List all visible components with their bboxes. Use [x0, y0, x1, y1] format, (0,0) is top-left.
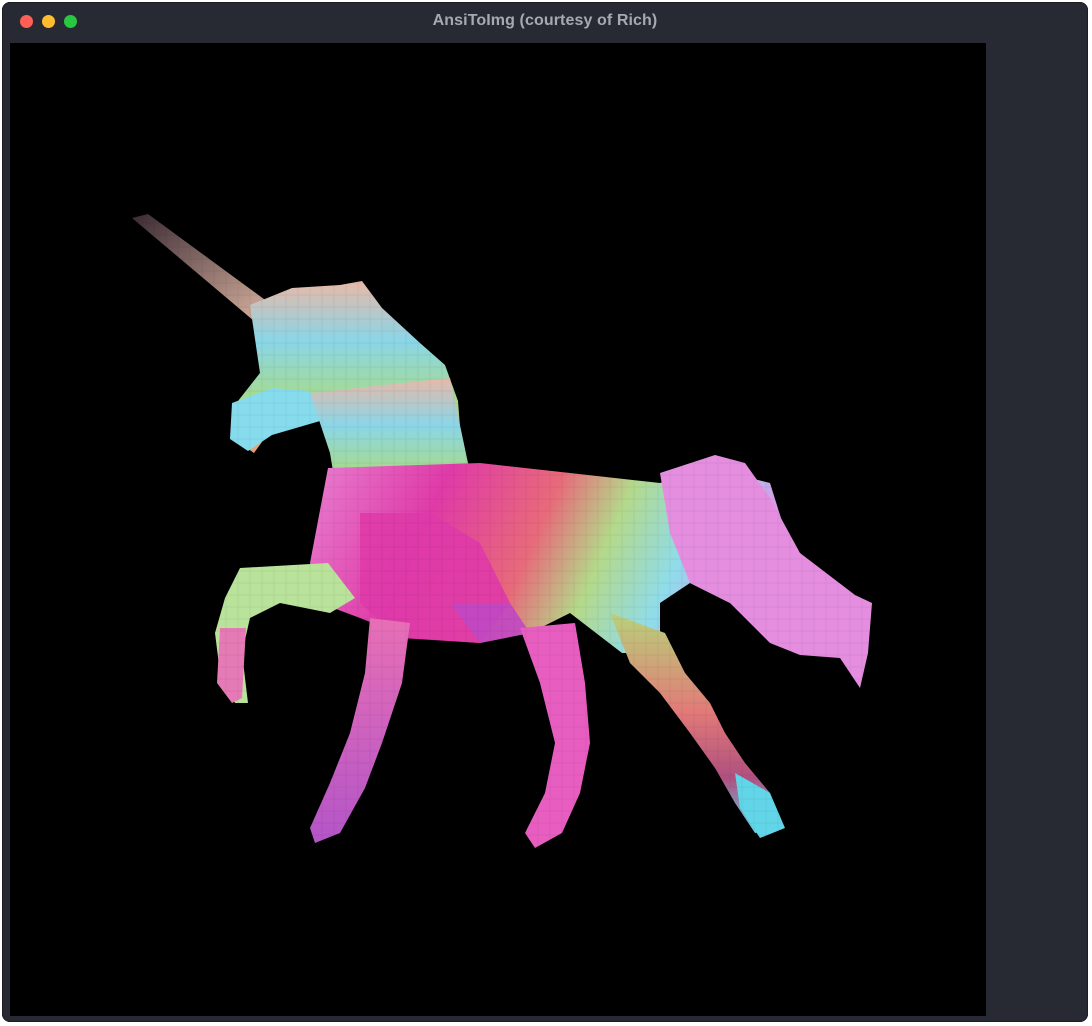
- terminal-output: [10, 43, 986, 1016]
- unicorn-image: [110, 203, 890, 863]
- title-bar: AnsiToImg (courtesy of Rich): [2, 2, 1088, 42]
- window-title: AnsiToImg (courtesy of Rich): [432, 12, 658, 29]
- app-window: AnsiToImg (courtesy of Rich): [2, 2, 1088, 1022]
- unicorn-figure: [110, 203, 890, 863]
